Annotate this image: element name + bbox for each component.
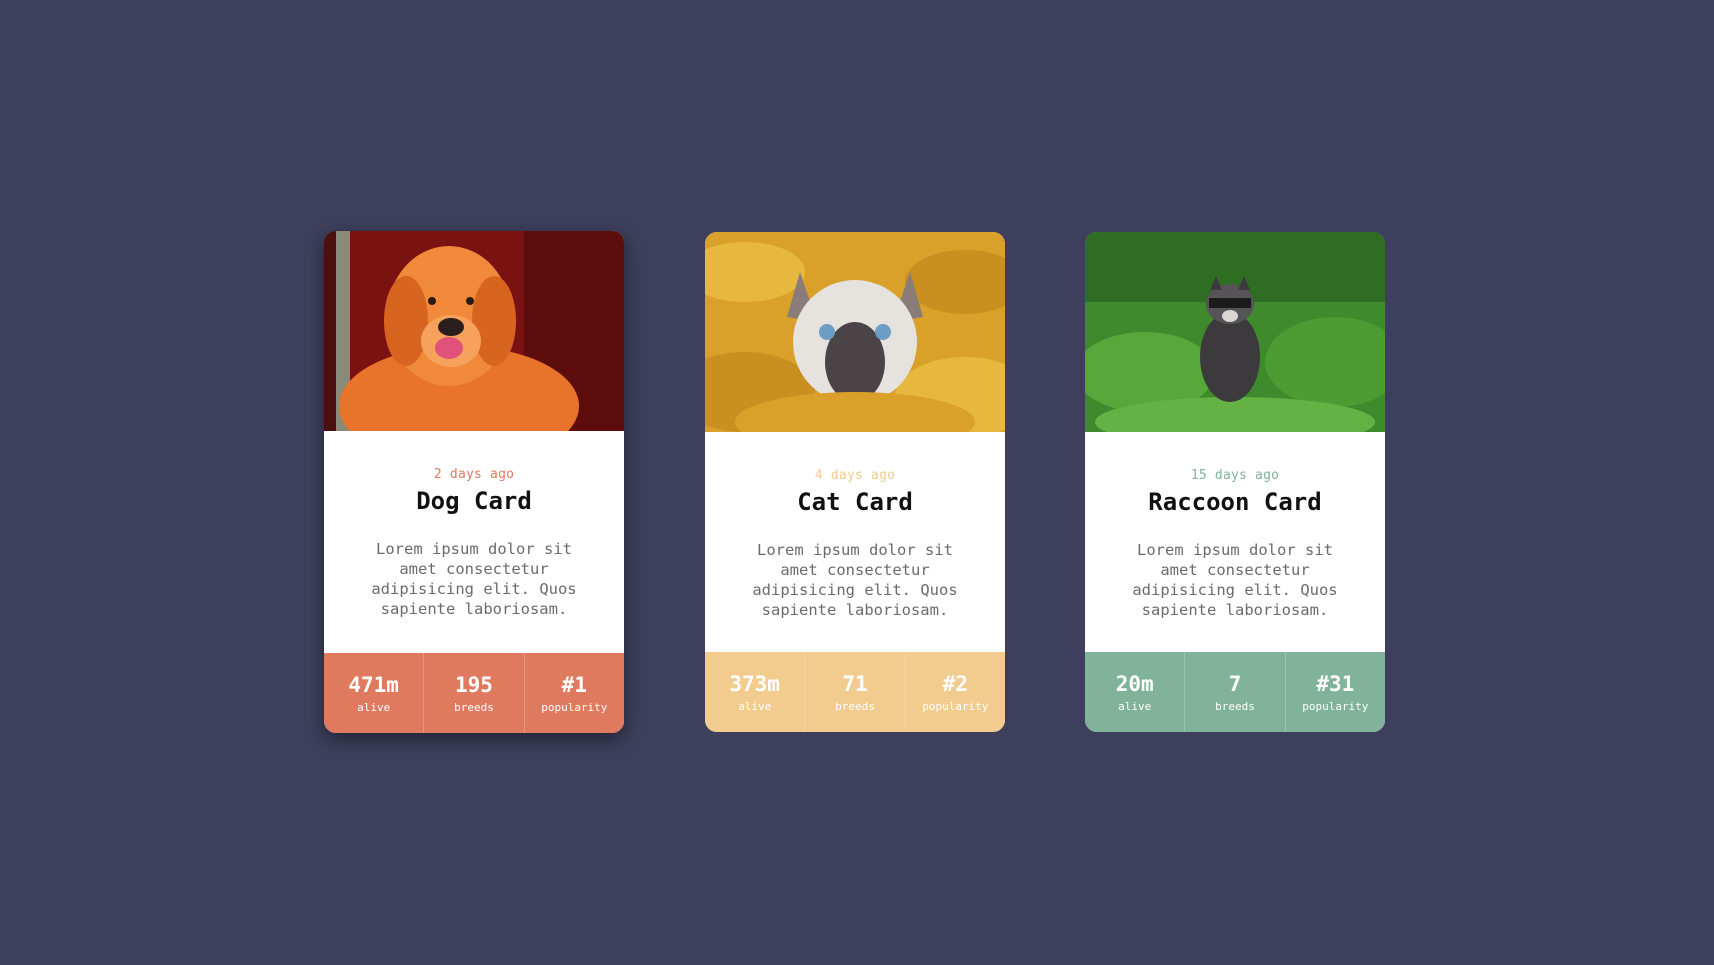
stat-label: popularity	[922, 699, 989, 713]
stat-popularity: #31 popularity	[1286, 652, 1385, 732]
stat-breeds: 7 breeds	[1185, 652, 1286, 732]
card-description: Lorem ipsum dolor sit amet consectetur a…	[371, 540, 577, 618]
stat-value: 71	[842, 671, 868, 696]
card-stats: 471m alive 195 breeds #1 popularity	[324, 653, 624, 733]
stat-label: alive	[357, 700, 391, 714]
stat-label: breeds	[1215, 699, 1255, 713]
card-description: Lorem ipsum dolor sit amet consectetur a…	[752, 541, 958, 619]
card-stats: 373m alive 71 breeds #2 popularity	[705, 652, 1005, 732]
stat-popularity: #2 popularity	[906, 652, 1005, 732]
dog-photo	[324, 231, 624, 431]
card-stats: 20m alive 7 breeds #31 popularity	[1085, 652, 1385, 732]
card-date: 2 days ago	[433, 467, 515, 482]
raccoon-photo	[1085, 232, 1385, 432]
stat-value: 471m	[348, 672, 399, 697]
stat-value: #2	[942, 671, 968, 696]
stat-popularity: #1 popularity	[525, 653, 624, 733]
stat-alive: 471m alive	[324, 653, 425, 733]
stat-value: 195	[455, 672, 493, 697]
cat-photo	[705, 232, 1005, 432]
stat-label: alive	[1118, 699, 1152, 713]
stat-label: breeds	[835, 699, 875, 713]
stat-alive: 20m alive	[1085, 652, 1186, 732]
stat-alive: 373m alive	[705, 652, 806, 732]
dog-card[interactable]: 2 days ago Dog Card Lorem ipsum dolor si…	[324, 231, 624, 733]
stat-value: 7	[1228, 671, 1242, 696]
stat-value: 20m	[1115, 671, 1154, 696]
stat-label: alive	[738, 699, 772, 713]
stat-value: 373m	[729, 671, 780, 696]
stat-value: #31	[1316, 671, 1355, 696]
card-description: Lorem ipsum dolor sit amet consectetur a…	[1132, 541, 1338, 619]
raccoon-card[interactable]: 15 days ago Raccoon Card Lorem ipsum dol…	[1085, 232, 1385, 732]
stat-label: popularity	[1302, 699, 1369, 713]
stat-label: popularity	[541, 700, 608, 714]
card-title: Cat Card	[797, 488, 913, 516]
stat-breeds: 71 breeds	[805, 652, 906, 732]
card-title: Dog Card	[416, 487, 532, 515]
card-date: 4 days ago	[814, 468, 896, 483]
stat-breeds: 195 breeds	[424, 653, 525, 733]
stat-value: #1	[561, 672, 587, 697]
card-date: 15 days ago	[1190, 468, 1280, 483]
cat-card[interactable]: 4 days ago Cat Card Lorem ipsum dolor si…	[705, 232, 1005, 732]
card-title: Raccoon Card	[1148, 488, 1322, 516]
stat-label: breeds	[454, 700, 494, 714]
